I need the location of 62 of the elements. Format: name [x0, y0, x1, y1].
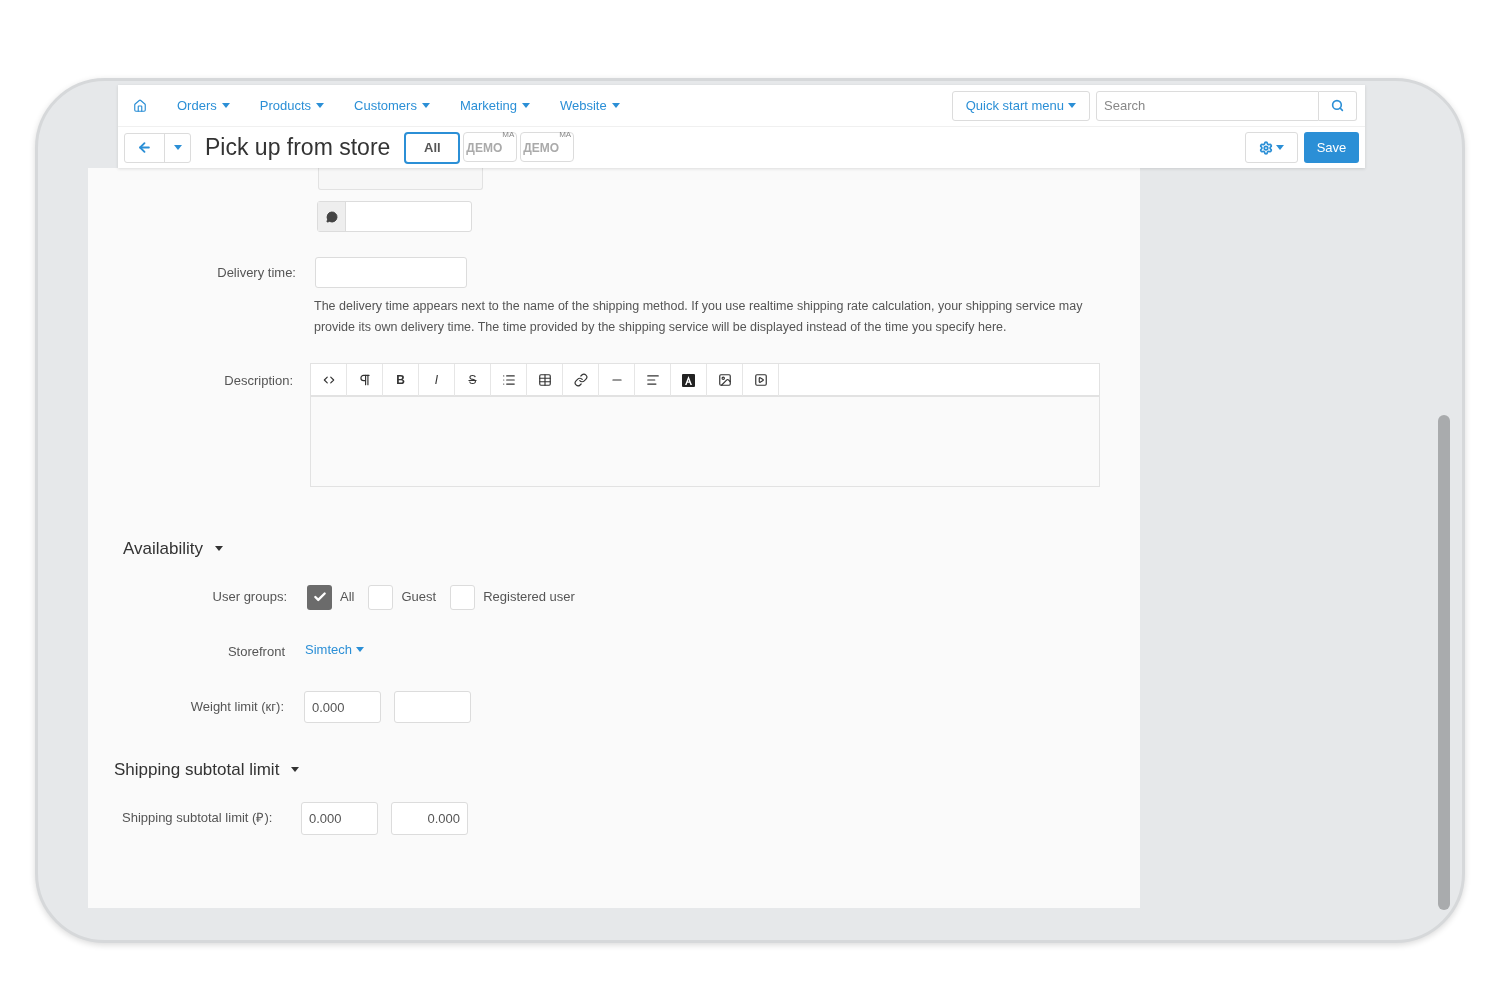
caret-icon [215, 546, 223, 552]
description-editor[interactable]: B I S [310, 363, 1100, 487]
caret-icon [316, 103, 325, 108]
caret-icon [1068, 103, 1076, 108]
caret-icon [221, 103, 230, 108]
storefront-button[interactable]: All [404, 131, 461, 164]
caret-icon [522, 103, 530, 108]
table-icon [537, 373, 552, 387]
caret-icon [173, 145, 182, 150]
align-icon [645, 373, 660, 387]
caret-icon [291, 767, 300, 773]
font-color-icon [682, 373, 695, 387]
checkbox[interactable] [450, 584, 476, 610]
field-label: Delivery time: [216, 263, 296, 282]
subtotal-to-input[interactable]: 0.000 [391, 801, 468, 835]
checkbox-label: Registered user [483, 588, 575, 607]
image-icon [717, 373, 732, 387]
code-icon [321, 373, 336, 387]
caret-icon [611, 103, 620, 108]
settings-button[interactable] [1245, 132, 1298, 163]
nav-menu[interactable]: Customers [354, 95, 430, 116]
alt-text-field[interactable] [317, 201, 472, 232]
subtotal-from-input[interactable]: 0.000 [301, 801, 378, 835]
section-heading[interactable]: Shipping subtotal limit [114, 757, 300, 783]
settings-icon [1259, 140, 1273, 155]
quick-start-menu-button[interactable]: Quick start menu [951, 90, 1090, 121]
editor-tool-button[interactable]: I [419, 364, 455, 396]
field-label: Weight limit (кг): [189, 698, 284, 717]
page-title: Pick up from store [205, 133, 391, 163]
speech-bubble-icon [325, 210, 338, 223]
checkbox-label: Guest [401, 588, 437, 607]
list-icon [501, 373, 516, 387]
field-label: Description: [223, 372, 293, 390]
nav-menu[interactable]: Website [560, 95, 620, 116]
nav-menu[interactable]: Products [259, 95, 325, 116]
link-icon [573, 373, 588, 387]
caret-icon [355, 647, 364, 653]
weight-to-input[interactable] [394, 691, 471, 723]
search-field[interactable]: Search [1096, 90, 1319, 121]
save-button[interactable]: Save [1304, 132, 1359, 163]
video-icon [753, 373, 768, 387]
field-label: Storefront [226, 642, 285, 661]
field-label: User groups: [211, 588, 287, 607]
field-label: Shipping subtotal limit (₽): [122, 809, 274, 828]
checkbox[interactable] [307, 584, 332, 610]
checkbox-label: All [340, 588, 355, 607]
checkbox[interactable] [368, 584, 394, 610]
search-icon [1331, 99, 1344, 112]
help-text: The delivery time appears next to the name of the shipping method. If you use realtime shipping rate calculation, your shipping service may provide its own delivery time. The time provided by the shipping service will be displayed instead of the time you specify here. [314, 298, 1084, 336]
caret-icon [421, 103, 430, 108]
check-icon [312, 590, 327, 604]
caret-icon [1276, 145, 1284, 150]
home-icon[interactable] [133, 98, 147, 113]
editor-tool-button[interactable]: S [455, 364, 491, 396]
paragraph-icon [357, 373, 372, 387]
weight-from-input[interactable]: 0.000 [304, 691, 381, 723]
section-heading[interactable]: Availability [123, 536, 223, 562]
delivery-time-input[interactable] [315, 257, 467, 288]
editor-tool-button[interactable]: B [383, 364, 419, 396]
nav-menu[interactable]: Orders [177, 95, 230, 116]
search-button[interactable] [1319, 90, 1357, 121]
nav-menu[interactable]: Marketing [459, 95, 530, 116]
